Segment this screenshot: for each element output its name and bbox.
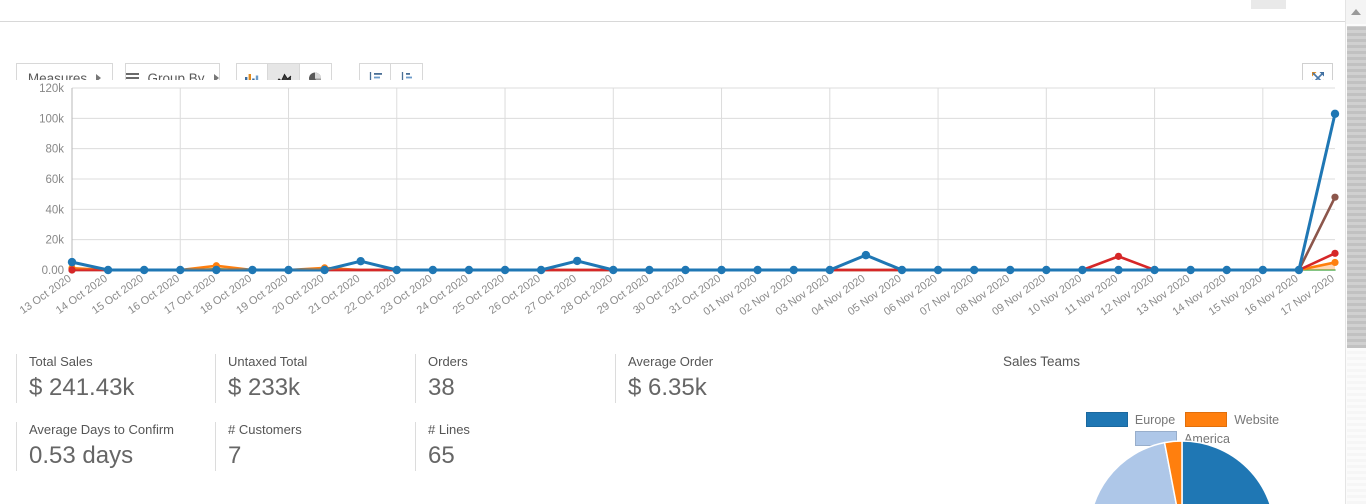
tile-value: $ 233k bbox=[228, 374, 301, 401]
top-strip bbox=[0, 0, 1345, 22]
vertical-scrollbar[interactable] bbox=[1345, 0, 1366, 504]
svg-text:100k: 100k bbox=[39, 113, 64, 125]
tile-value: $ 6.35k bbox=[628, 374, 707, 401]
tile-value: 38 bbox=[428, 374, 455, 401]
tile-label: Average Order bbox=[628, 354, 714, 369]
legend-item-website[interactable]: Website bbox=[1185, 412, 1279, 427]
tile-untaxed-total: Untaxed Total $ 233k bbox=[215, 354, 307, 403]
sales-teams-chart: Europe Website America bbox=[1020, 376, 1345, 504]
tile-label: Orders bbox=[428, 354, 468, 369]
control-panel: Measures Group By bbox=[0, 23, 1345, 93]
svg-text:80k: 80k bbox=[45, 144, 64, 156]
tile-value: 65 bbox=[428, 442, 455, 469]
top-strip-chip bbox=[1251, 0, 1286, 9]
svg-text:0.00: 0.00 bbox=[42, 265, 64, 277]
tile-customers: # Customers 7 bbox=[215, 422, 302, 471]
sales-analysis-dashboard: Measures Group By 0.00 20k 40k 60k 80k 1… bbox=[0, 0, 1366, 504]
graph-area: 0.00 20k 40k 60k 80k 100k 120k 13 Oct 2020 14 Oc… bbox=[0, 80, 1345, 342]
scrollbar-thumb[interactable] bbox=[1347, 26, 1366, 348]
legend-swatch-icon bbox=[1185, 412, 1228, 427]
legend-swatch-icon bbox=[1085, 412, 1128, 427]
tile-value: 7 bbox=[228, 442, 242, 469]
svg-text:20k: 20k bbox=[45, 235, 64, 247]
tile-lines: # Lines 65 bbox=[415, 422, 470, 471]
sales-teams-pie[interactable] bbox=[1020, 438, 1345, 504]
tile-label: # Lines bbox=[428, 422, 470, 437]
tile-label: Average Days to Confirm bbox=[29, 422, 174, 437]
tile-label: # Customers bbox=[228, 422, 302, 437]
svg-text:40k: 40k bbox=[45, 204, 64, 216]
tile-value: 0.53 days bbox=[29, 442, 134, 469]
tile-average-order: Average Order $ 6.35k bbox=[615, 354, 713, 403]
tile-value: $ 241.43k bbox=[29, 374, 135, 401]
svg-text:60k: 60k bbox=[45, 174, 64, 186]
tile-label: Untaxed Total bbox=[228, 354, 308, 369]
tile-orders: Orders 38 bbox=[415, 354, 468, 403]
sales-teams-title: Sales Teams bbox=[1003, 354, 1081, 369]
legend-label: Europe bbox=[1134, 412, 1176, 427]
tile-label: Total Sales bbox=[29, 354, 93, 369]
sales-line-chart[interactable]: 0.0020k40k60k80k100k120k13 Oct 202014 Oc… bbox=[0, 80, 1345, 342]
svg-text:120k: 120k bbox=[39, 83, 64, 95]
kpi-tiles-panel: Total Sales $ 241.43k Untaxed Total $ 23… bbox=[0, 346, 1345, 504]
legend-row: Europe Website bbox=[1020, 412, 1345, 427]
legend-label: Website bbox=[1234, 412, 1280, 427]
tile-average-days-to-confirm: Average Days to Confirm 0.53 days bbox=[16, 422, 174, 471]
tile-total-sales: Total Sales $ 241.43k bbox=[16, 354, 134, 403]
scrollbar-up-button[interactable] bbox=[1346, 0, 1366, 24]
pie-slice[interactable] bbox=[1181, 440, 1275, 504]
legend-item-europe[interactable]: Europe bbox=[1085, 412, 1176, 427]
triangle-up-icon bbox=[1351, 9, 1361, 15]
